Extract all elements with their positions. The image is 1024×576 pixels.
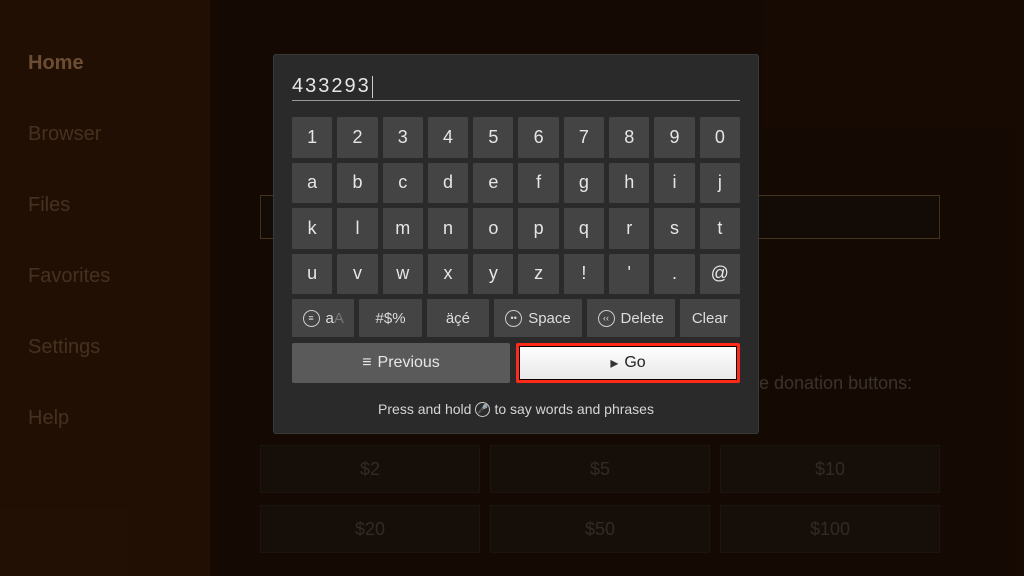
- key-z[interactable]: z: [518, 254, 558, 295]
- onscreen-keyboard: 433293 1234567890 abcdefghij klmnopqrst …: [274, 55, 758, 433]
- key-f[interactable]: f: [518, 163, 558, 204]
- key-.[interactable]: .: [654, 254, 694, 295]
- key-9[interactable]: 9: [654, 117, 694, 158]
- key-6[interactable]: 6: [518, 117, 558, 158]
- key-3[interactable]: 3: [383, 117, 423, 158]
- symbols-key[interactable]: #$%: [359, 299, 421, 337]
- key-x[interactable]: x: [428, 254, 468, 295]
- key-7[interactable]: 7: [564, 117, 604, 158]
- menu-icon: ≡: [362, 354, 371, 372]
- key-1[interactable]: 1: [292, 117, 332, 158]
- sidebar-item-files[interactable]: Files: [28, 194, 210, 217]
- play-pause-icon: ▸: [610, 353, 618, 373]
- donation-row-2: $20 $50 $100: [260, 505, 940, 553]
- key-d[interactable]: d: [428, 163, 468, 204]
- space-key[interactable]: •• Space: [494, 299, 582, 337]
- accented-key[interactable]: äçé: [427, 299, 489, 337]
- key-![interactable]: !: [564, 254, 604, 295]
- key-i[interactable]: i: [654, 163, 694, 204]
- key-m[interactable]: m: [383, 208, 423, 249]
- text-cursor: [372, 76, 373, 98]
- sidebar-item-browser[interactable]: Browser: [28, 123, 210, 146]
- delete-key[interactable]: ‹‹ Delete: [587, 299, 675, 337]
- donation-button[interactable]: $5: [490, 445, 710, 493]
- key-c[interactable]: c: [383, 163, 423, 204]
- rewind-icon: ‹‹: [598, 310, 615, 327]
- key-a[interactable]: a: [292, 163, 332, 204]
- donation-button[interactable]: $50: [490, 505, 710, 553]
- key-y[interactable]: y: [473, 254, 513, 295]
- sidebar-item-home[interactable]: Home: [28, 52, 210, 75]
- text-input[interactable]: 433293: [292, 73, 740, 101]
- donation-button[interactable]: $100: [720, 505, 940, 553]
- key-o[interactable]: o: [473, 208, 513, 249]
- mic-icon: 🎤: [475, 402, 490, 417]
- clear-key[interactable]: Clear: [680, 299, 740, 337]
- key-@[interactable]: @: [700, 254, 740, 295]
- key-8[interactable]: 8: [609, 117, 649, 158]
- key-2[interactable]: 2: [337, 117, 377, 158]
- donation-hint: se donation buttons:: [750, 373, 912, 394]
- sidebar-item-help[interactable]: Help: [28, 407, 210, 430]
- function-row: ≡ aA #$% äçé •• Space ‹‹ Delete Clear: [292, 299, 740, 337]
- key-0[interactable]: 0: [700, 117, 740, 158]
- key-e[interactable]: e: [473, 163, 513, 204]
- sidebar-item-favorites[interactable]: Favorites: [28, 265, 210, 288]
- key-5[interactable]: 5: [473, 117, 513, 158]
- action-row: ≡ Previous ▸ Go: [292, 343, 740, 383]
- previous-button[interactable]: ≡ Previous: [292, 343, 510, 383]
- key-j[interactable]: j: [700, 163, 740, 204]
- sidebar-item-settings[interactable]: Settings: [28, 336, 210, 359]
- donation-button[interactable]: $20: [260, 505, 480, 553]
- key-u[interactable]: u: [292, 254, 332, 295]
- key-k[interactable]: k: [292, 208, 332, 249]
- donation-row-1: $2 $5 $10: [260, 445, 940, 493]
- key-q[interactable]: q: [564, 208, 604, 249]
- key-t[interactable]: t: [700, 208, 740, 249]
- key-v[interactable]: v: [337, 254, 377, 295]
- sidebar: Home Browser Files Favorites Settings He…: [0, 0, 210, 576]
- key-b[interactable]: b: [337, 163, 377, 204]
- key-s[interactable]: s: [654, 208, 694, 249]
- donation-button[interactable]: $10: [720, 445, 940, 493]
- input-value: 433293: [292, 75, 371, 98]
- donation-button[interactable]: $2: [260, 445, 480, 493]
- key-'[interactable]: ': [609, 254, 649, 295]
- menu-icon: ≡: [303, 310, 320, 327]
- key-n[interactable]: n: [428, 208, 468, 249]
- case-toggle-key[interactable]: ≡ aA: [292, 299, 354, 337]
- key-w[interactable]: w: [383, 254, 423, 295]
- key-r[interactable]: r: [609, 208, 649, 249]
- voice-hint: Press and hold 🎤 to say words and phrase…: [292, 401, 740, 417]
- key-g[interactable]: g: [564, 163, 604, 204]
- key-4[interactable]: 4: [428, 117, 468, 158]
- play-pause-icon: ••: [505, 310, 522, 327]
- key-p[interactable]: p: [518, 208, 558, 249]
- key-h[interactable]: h: [609, 163, 649, 204]
- key-l[interactable]: l: [337, 208, 377, 249]
- go-button[interactable]: ▸ Go: [516, 343, 740, 383]
- key-grid: 1234567890 abcdefghij klmnopqrst uvwxyz!…: [292, 117, 740, 294]
